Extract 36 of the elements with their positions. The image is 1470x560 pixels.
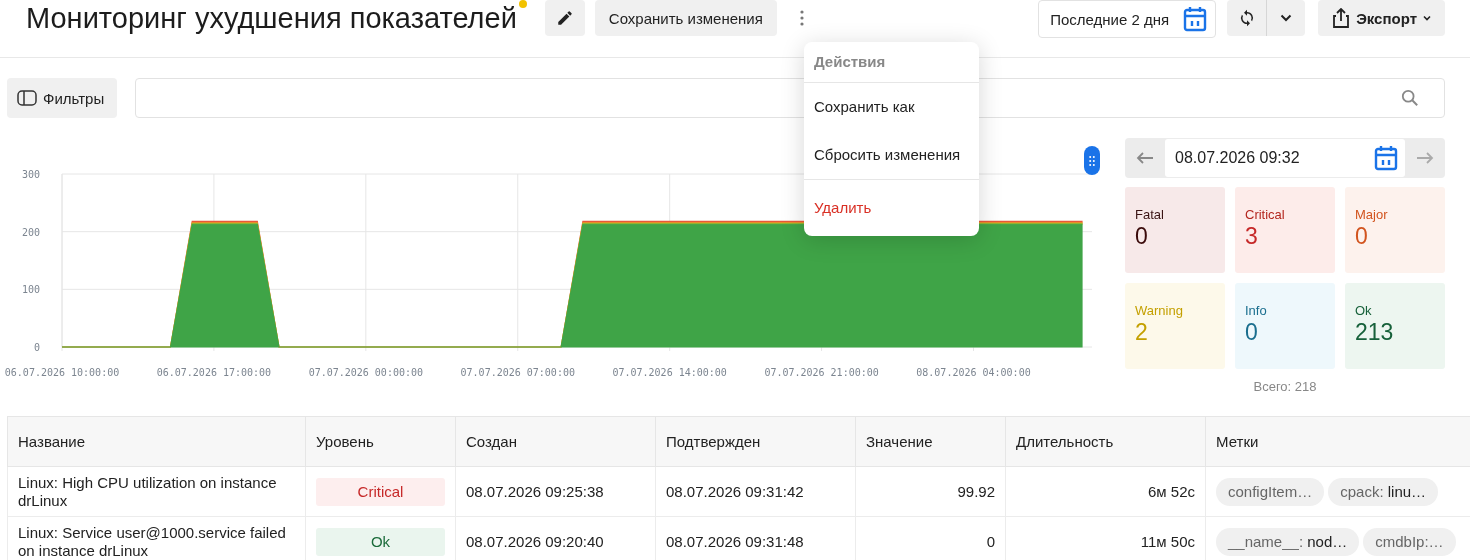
y-axis-label: 100	[21, 284, 40, 296]
severity-count: 3	[1245, 223, 1259, 250]
y-axis-label: 300	[21, 169, 40, 180]
severity-label: Major	[1355, 207, 1389, 222]
date-value: 08.07.2026 09:32	[1175, 149, 1300, 167]
severity-label: Warning	[1135, 303, 1184, 318]
x-axis-label: 06.07.2026 10:00:00	[4, 367, 120, 378]
x-axis-label: 07.07.2026 00:00:00	[308, 367, 424, 378]
total-count: Всего: 218	[1252, 379, 1318, 394]
level-badge: Ok	[316, 527, 445, 556]
severity-label: Ok	[1355, 303, 1373, 318]
x-axis-label: 07.07.2026 21:00:00	[764, 367, 879, 378]
severity-label: Info	[1245, 303, 1268, 318]
x-axis-label: 06.07.2026 17:00:00	[156, 367, 272, 378]
severity-label: Critical	[1245, 207, 1286, 222]
period-value: Последние 2 дня	[1050, 10, 1170, 28]
page-title: Мониторинг ухудшения показателей	[26, 1, 517, 36]
x-axis-label: 07.07.2026 14:00:00	[612, 367, 727, 378]
table-cell: Linux: High CPU utilization on instance drLinux	[7, 466, 306, 517]
table-cell: 08.07.2026 09:25:38	[455, 466, 656, 517]
table-cell: 08.07.2026 09:31:42	[655, 466, 856, 517]
menu-header: Действия	[813, 52, 887, 72]
severity-count: 213	[1355, 319, 1395, 346]
x-axis-label: 07.07.2026 07:00:00	[460, 367, 575, 378]
table-cell: Linux: Service user@1000.service failed on instance drLinux	[7, 516, 306, 560]
table-cell: 6м 52с	[1005, 466, 1206, 517]
severity-label: Fatal	[1135, 207, 1165, 222]
severity-count: 0	[1355, 223, 1369, 250]
severity-count: 2	[1135, 319, 1149, 346]
y-axis-label: 200	[21, 226, 40, 238]
severity-count: 0	[1135, 223, 1149, 250]
level-badge: Critical	[316, 477, 445, 506]
severity-count: 0	[1245, 319, 1259, 346]
table-cell: 99.92	[855, 466, 1006, 517]
y-axis-label: 0	[33, 342, 40, 353]
x-axis-label: 08.07.2026 04:00:00	[916, 367, 1031, 378]
